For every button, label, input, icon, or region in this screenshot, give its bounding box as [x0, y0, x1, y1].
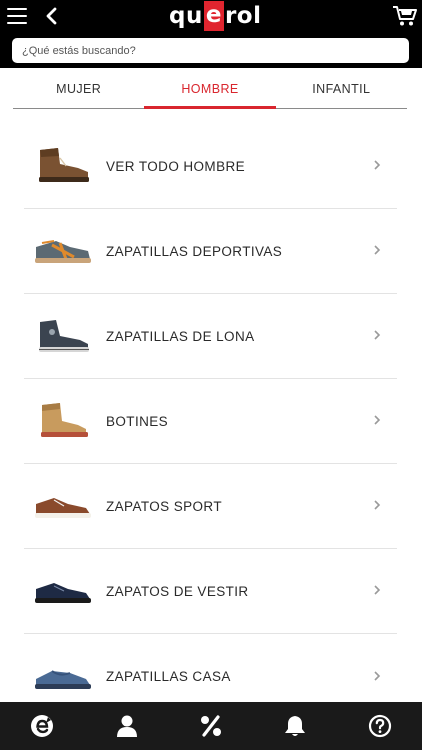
querol-e-icon	[31, 715, 54, 737]
chevron-right-icon	[374, 585, 381, 595]
category-label: ZAPATOS SPORT	[106, 498, 222, 514]
category-item-ver-todo-hombre[interactable]: VER TODO HOMBRE	[24, 124, 397, 209]
canvas-sneaker-icon	[39, 320, 89, 352]
hamburger-menu-icon[interactable]	[7, 5, 29, 25]
percent-icon	[201, 715, 222, 737]
ankle-boot-icon	[41, 403, 88, 437]
category-list: VER TODO HOMBRE ZAPATILLAS DEPORTIVAS ZA…	[24, 124, 397, 719]
category-item-zapatillas-de-lona[interactable]: ZAPATILLAS DE LONA	[24, 294, 397, 379]
category-item-zapatos-sport[interactable]: ZAPATOS SPORT	[24, 464, 397, 549]
category-label: BOTINES	[106, 413, 169, 429]
logo-text-left: qu	[169, 3, 203, 29]
category-item-zapatillas-deportivas[interactable]: ZAPATILLAS DEPORTIVAS	[24, 209, 397, 294]
tab-hombre[interactable]: HOMBRE	[144, 70, 276, 109]
dress-shoe-icon	[35, 583, 91, 603]
help-icon	[368, 714, 391, 738]
bottom-navigation	[0, 702, 422, 750]
chevron-right-icon	[374, 245, 381, 255]
category-label: ZAPATILLAS DEPORTIVAS	[106, 243, 283, 259]
category-label: ZAPATOS DE VESTIR	[106, 583, 249, 599]
nav-home-button[interactable]	[0, 702, 84, 750]
tab-infantil[interactable]: INFANTIL	[276, 70, 407, 108]
gender-tabs: MUJER HOMBRE INFANTIL	[13, 70, 407, 109]
category-item-botines[interactable]: BOTINES	[24, 379, 397, 464]
tab-mujer[interactable]: MUJER	[13, 70, 144, 108]
nav-account-button[interactable]	[84, 702, 168, 750]
category-label: ZAPATILLAS CASA	[106, 669, 231, 684]
back-arrow-icon[interactable]	[44, 6, 60, 26]
search-input[interactable]	[12, 38, 409, 63]
querol-logo[interactable]: qu e rol	[169, 0, 261, 32]
app-header: qu e rol	[0, 0, 422, 68]
sneaker-icon	[35, 240, 91, 263]
slipper-icon	[35, 669, 91, 689]
logo-text-e: e	[203, 1, 224, 31]
category-label: VER TODO HOMBRE	[106, 158, 246, 174]
nav-help-button[interactable]	[338, 702, 422, 750]
user-icon	[116, 715, 137, 737]
sport-shoe-icon	[35, 498, 91, 518]
nav-offers-button[interactable]	[169, 702, 253, 750]
category-label: ZAPATILLAS DE LONA	[106, 328, 255, 344]
brown-boot-icon	[39, 148, 89, 182]
chevron-right-icon	[374, 670, 381, 681]
logo-text-right: rol	[224, 3, 262, 29]
chevron-right-icon	[374, 500, 381, 510]
chevron-right-icon	[374, 330, 381, 340]
cart-icon[interactable]	[392, 4, 418, 28]
nav-notifications-button[interactable]	[253, 702, 337, 750]
bell-icon	[285, 716, 306, 736]
category-item-zapatos-de-vestir[interactable]: ZAPATOS DE VESTIR	[24, 549, 397, 634]
chevron-right-icon	[374, 160, 381, 170]
chevron-right-icon	[374, 415, 381, 425]
